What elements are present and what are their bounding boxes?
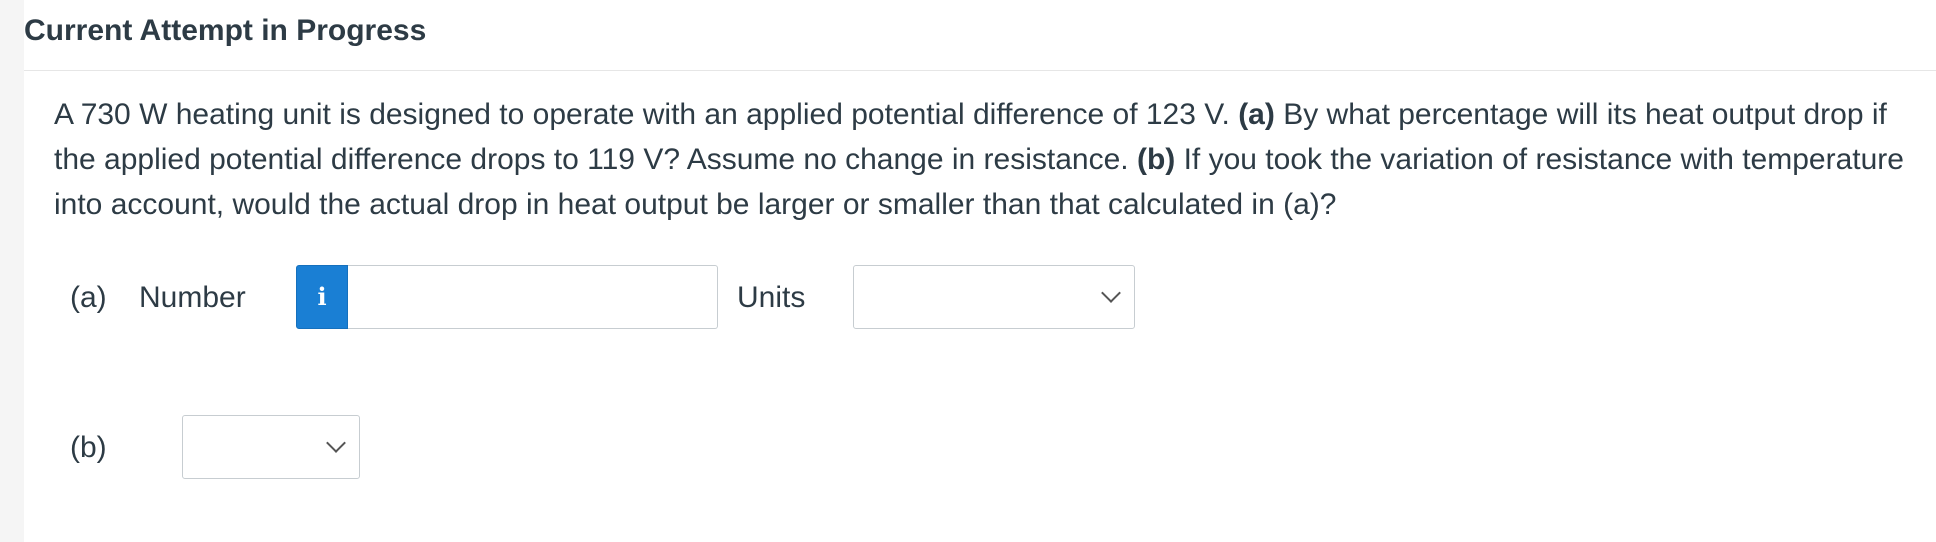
part-a-label: (a) (70, 281, 107, 314)
question-text-segment: A 730 W heating unit is designed to oper… (54, 98, 1239, 131)
part-b-row: (b) (24, 414, 1936, 484)
info-icon: i (317, 282, 327, 311)
part-b-marker: (b) (1136, 143, 1176, 176)
attempt-status-title: Current Attempt in Progress (24, 14, 427, 47)
question-panel: Current Attempt in Progress A 730 W heat… (24, 0, 1936, 542)
units-label: Units (737, 281, 806, 314)
number-label: Number (139, 281, 246, 314)
part-a-row: (a) Number i Units (24, 264, 1936, 334)
chevron-down-icon (1101, 283, 1121, 303)
question-text: A 730 W heating unit is designed to oper… (54, 92, 1934, 227)
chevron-down-icon (326, 433, 346, 453)
part-a-marker: (a) (1238, 98, 1275, 131)
part-b-dropdown[interactable] (182, 415, 360, 479)
part-b-label: (b) (70, 431, 107, 464)
units-dropdown[interactable] (853, 265, 1135, 329)
number-input[interactable] (348, 265, 718, 329)
title-divider (24, 70, 1936, 71)
info-button[interactable]: i (296, 265, 348, 329)
